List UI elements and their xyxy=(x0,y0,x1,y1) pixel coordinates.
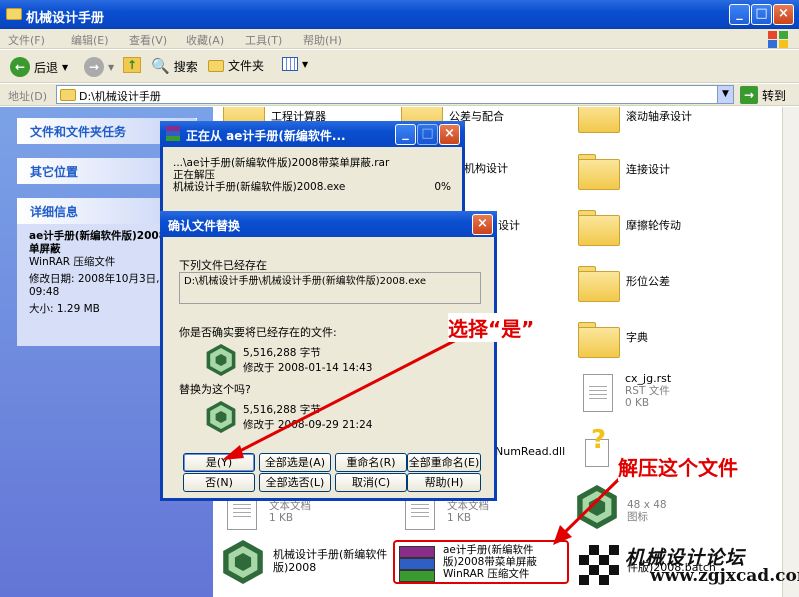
arrow-head xyxy=(222,445,244,460)
arrow-to-yes xyxy=(231,336,461,457)
annotation-extract-file: 解压这个文件 xyxy=(618,452,738,481)
watermark-url: www.zgjxcad.com xyxy=(650,566,799,586)
arrow-to-rar xyxy=(560,476,622,537)
annotation-arrows xyxy=(222,336,622,545)
annotation-choose-yes: 选择“是” xyxy=(448,313,535,342)
